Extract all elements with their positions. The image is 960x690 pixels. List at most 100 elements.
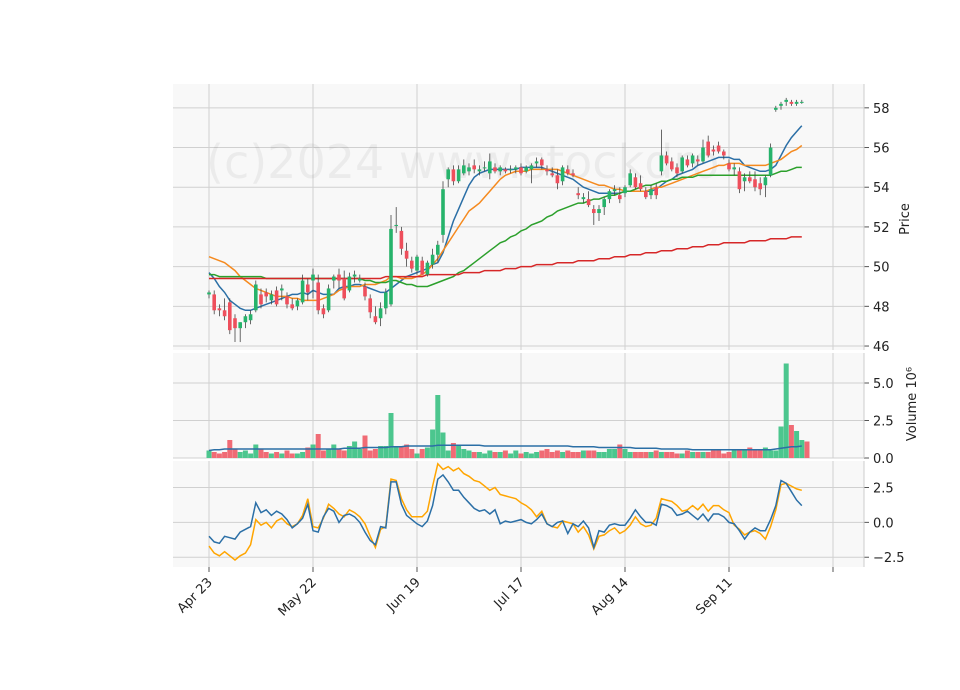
price-axis-title: Price	[898, 203, 913, 235]
volume-bar	[716, 450, 722, 458]
candle-body	[363, 286, 367, 297]
candle-body	[373, 316, 378, 323]
volume-bar	[445, 450, 451, 458]
volume-bar	[466, 450, 472, 458]
volume-bar	[679, 453, 685, 458]
volume-bar	[310, 444, 316, 458]
candle-body	[498, 167, 502, 172]
candle-body	[638, 183, 643, 190]
volume-bar	[456, 446, 462, 458]
volume-bar	[554, 450, 560, 458]
candle-body	[300, 280, 305, 303]
candle-body	[248, 314, 253, 321]
volume-bar	[534, 452, 540, 458]
indicator-panel	[173, 461, 864, 567]
volume-bar	[575, 452, 581, 458]
volume-bar	[721, 453, 727, 458]
volume-bar	[508, 453, 514, 458]
candle-body	[264, 292, 268, 297]
candle-body	[550, 173, 554, 176]
price-tick-label: 52	[873, 221, 890, 236]
indicator-tick-label: 2.5	[873, 482, 894, 497]
candle-body	[337, 274, 341, 281]
volume-bar	[409, 449, 415, 458]
volume-bar	[279, 453, 285, 458]
volume-bar	[617, 444, 623, 458]
volume-bar	[513, 450, 519, 458]
volume-bar	[315, 434, 321, 458]
volume-tick-label: 0.0	[873, 452, 894, 467]
candle-body	[711, 149, 716, 152]
candle-body	[508, 169, 513, 171]
candle-body	[763, 177, 768, 186]
candle-body	[753, 179, 757, 188]
candle-body	[576, 193, 580, 196]
price-tick-label: 58	[873, 102, 890, 117]
volume-bar	[289, 453, 295, 458]
candle-body	[467, 167, 471, 172]
volume-bar	[783, 363, 789, 458]
candle-body	[436, 244, 440, 255]
stock-chart: (c)2024 www.stockdro Apr 23 May 22 Jun 19 J…	[0, 0, 960, 690]
candle-body	[742, 177, 747, 182]
candle-body	[477, 169, 482, 172]
candle-body	[680, 157, 684, 172]
x-tick-label: Jul 17	[491, 575, 528, 612]
volume-bar	[357, 449, 363, 458]
volume-bar	[710, 450, 716, 458]
volume-bar	[242, 450, 248, 458]
candle-body	[597, 209, 601, 214]
volume-bar	[253, 444, 259, 458]
volume-bar	[274, 452, 280, 458]
volume-bar	[258, 449, 264, 458]
volume-bar	[560, 452, 566, 458]
candle-body	[690, 155, 695, 164]
candle-body	[410, 260, 414, 269]
candle-body	[560, 167, 565, 182]
price-tick-label: 46	[873, 340, 890, 355]
volume-bar	[294, 453, 300, 458]
candle-body	[415, 256, 419, 271]
candle-body	[295, 300, 300, 307]
candle-body	[737, 171, 742, 190]
candle-body	[462, 165, 466, 174]
volume-bar	[601, 452, 607, 458]
volume-bar	[372, 449, 378, 458]
price-tick-label: 56	[873, 142, 890, 157]
candle-body	[675, 167, 679, 174]
volume-bar	[268, 453, 274, 458]
x-tick-label: Sep 11	[693, 575, 736, 618]
volume-bar	[653, 450, 659, 458]
volume-bar	[643, 452, 649, 458]
candle-body	[274, 290, 279, 305]
volume-bar	[539, 450, 545, 458]
volume-bar	[612, 449, 618, 458]
candle-body	[654, 187, 658, 196]
volume-bar	[705, 452, 711, 458]
candle-body	[451, 169, 456, 182]
volume-bar	[565, 450, 571, 458]
price-tick-label: 54	[873, 181, 890, 196]
candle-body	[472, 165, 476, 170]
volume-bar	[222, 452, 228, 458]
candle-body	[794, 101, 799, 104]
candle-body	[685, 159, 690, 166]
candle-body	[503, 169, 508, 172]
candle-body	[592, 209, 596, 214]
candle-body	[243, 316, 248, 323]
volume-bar	[632, 452, 638, 458]
candle-body	[727, 163, 731, 170]
candle-body	[352, 274, 357, 277]
volume-bar	[320, 450, 326, 458]
candle-body	[514, 167, 518, 170]
volume-bar	[596, 452, 602, 458]
volume-bar	[341, 450, 347, 458]
volume-bar	[237, 452, 243, 458]
volume-bar	[300, 452, 306, 458]
candle-body	[602, 199, 606, 208]
volume-bar	[388, 413, 394, 458]
candle-body	[217, 308, 222, 311]
volume-bar	[580, 450, 586, 458]
volume-bar	[773, 450, 779, 458]
candle-body	[545, 169, 549, 172]
